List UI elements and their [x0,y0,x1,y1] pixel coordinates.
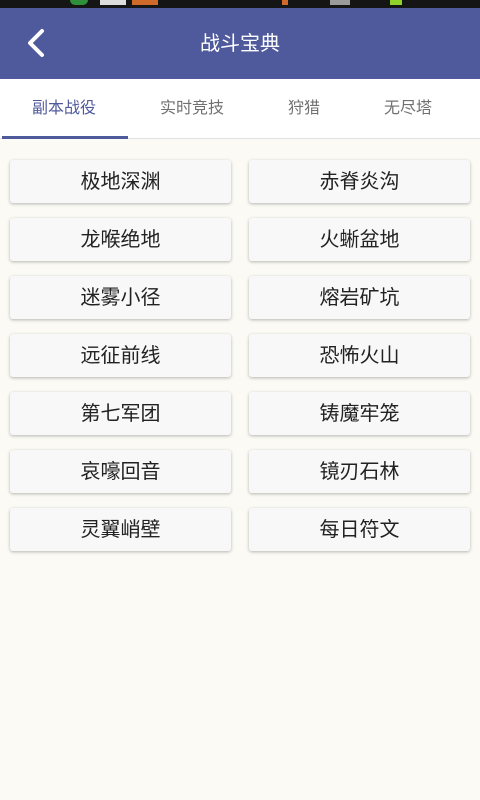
daily-runes-button[interactable]: 每日符文 [249,508,470,551]
dungeon-button[interactable]: 第七军团 [10,392,231,435]
tab-endless-tower[interactable]: 无尽塔 [348,79,468,138]
dungeon-button[interactable]: 迷雾小径 [10,276,231,319]
dungeon-button[interactable]: 熔岩矿坑 [249,276,470,319]
dungeon-button[interactable]: 哀嚎回音 [10,450,231,493]
page-title: 战斗宝典 [200,31,280,55]
tab-realtime-arena[interactable]: 实时竞技 [132,79,252,138]
dungeon-button[interactable]: 远征前线 [10,334,231,377]
back-button[interactable] [14,22,58,66]
header: 战斗宝典 [0,8,480,79]
tab-bar: 副本战役 实时竞技 狩猎 无尽塔 [0,79,480,139]
dungeon-button[interactable]: 极地深渊 [10,160,231,203]
dungeon-button[interactable]: 龙喉绝地 [10,218,231,261]
status-icon [132,0,158,5]
dungeon-button[interactable]: 赤脊炎沟 [249,160,470,203]
dungeon-button[interactable]: 火蜥盆地 [249,218,470,261]
dungeon-button[interactable]: 恐怖火山 [249,334,470,377]
tab-dungeon-campaign[interactable]: 副本战役 [4,79,124,138]
status-icon [100,0,126,5]
status-bar [0,0,480,8]
tab-hunting[interactable]: 狩猎 [244,79,364,138]
status-icon [282,0,288,5]
dungeon-button[interactable]: 灵翼峭壁 [10,508,231,551]
tab-indicator [2,136,128,139]
signal-icon [330,0,350,5]
status-icon [70,0,88,5]
chevron-left-icon [28,29,44,57]
battery-icon [390,0,402,5]
dungeon-button[interactable]: 镜刃石林 [249,450,470,493]
dungeon-button[interactable]: 铸魔牢笼 [249,392,470,435]
